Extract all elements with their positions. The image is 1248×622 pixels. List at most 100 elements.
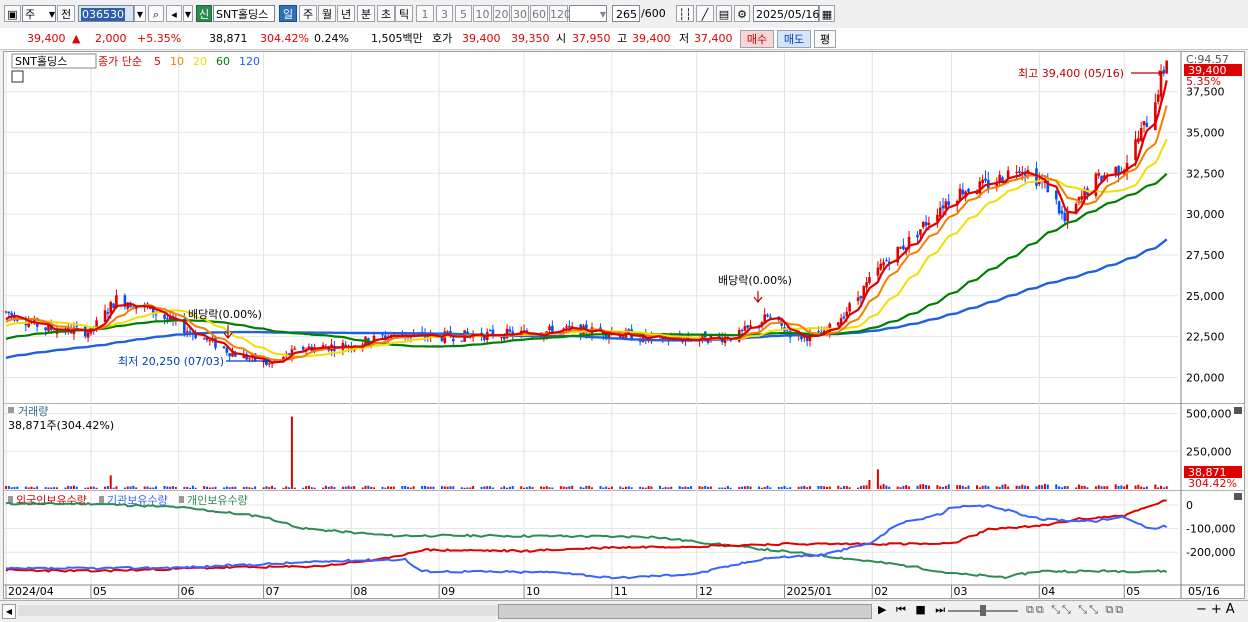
volume-bar [658, 485, 661, 489]
prev-button[interactable]: 전 [57, 5, 75, 22]
volume-bar [115, 486, 118, 489]
volume-bar [104, 486, 107, 489]
volume-bar [1080, 485, 1083, 489]
volume-bar [166, 486, 169, 489]
interval-button-5[interactable]: 5 [455, 5, 472, 22]
draw-tool-icon[interactable]: ╱ [696, 5, 714, 22]
scroll-thumb[interactable] [498, 604, 872, 619]
volume-bar [1038, 484, 1041, 489]
buy-button[interactable]: 매수 [740, 30, 774, 48]
volume-bar [440, 486, 443, 489]
interval-button-30[interactable]: 30 [511, 5, 529, 22]
gear-icon[interactable]: ⚙ [734, 5, 750, 22]
search-icon[interactable]: ⌕ [148, 5, 164, 22]
volume-bar [741, 486, 744, 489]
volume-bar [421, 485, 424, 489]
count-input[interactable]: 265 [612, 5, 640, 22]
volume-bar [135, 487, 138, 489]
volume-bar [562, 486, 565, 489]
volume-bar [364, 485, 367, 489]
calendar-icon[interactable]: ▦ [819, 5, 835, 22]
volume-bar [503, 486, 506, 489]
volume-bar [350, 486, 353, 489]
tab-period-1[interactable]: 주 [299, 5, 317, 22]
playback-controls[interactable]: ▶ ⏮ ■ ⏭ [878, 603, 948, 617]
zoom-slider-handle[interactable] [980, 605, 986, 616]
low-price: 37,400 [694, 32, 733, 45]
holdings-y-tick: -100,000 [1186, 523, 1235, 536]
volume-bar [211, 487, 214, 489]
tab-period-4[interactable]: 분 [357, 5, 375, 22]
volume-panel [4, 404, 1244, 491]
volume-bar [1077, 484, 1080, 489]
candle-body [746, 325, 750, 328]
tab-period-3[interactable]: 년 [337, 5, 355, 22]
scroll-track[interactable] [18, 605, 498, 616]
candle-body [1139, 127, 1143, 141]
interval-custom-select[interactable]: ▼ [569, 5, 607, 22]
speaker-dropdown-icon[interactable]: ▼ [183, 5, 193, 22]
volume-bar [203, 486, 206, 489]
volume-bar [1035, 486, 1038, 489]
volume-bar [571, 485, 574, 489]
interval-button-3[interactable]: 3 [436, 5, 453, 22]
price-change-pct: +5.35% [137, 32, 182, 45]
volume-bar [1066, 486, 1069, 489]
volume-bar [191, 485, 194, 489]
interval-button-60[interactable]: 60 [530, 5, 548, 22]
scroll-left-icon[interactable]: ◀ [2, 604, 16, 619]
volume-bar [149, 487, 152, 489]
interval-button-10[interactable]: 10 [473, 5, 492, 22]
high-label: 고 [617, 32, 628, 45]
toolbar: ▣ 주 ▼ 전 036530 ▼ ⌕ ◂ ▼ 신 SNT홀딩스 일주월년분초틱 1… [0, 0, 1248, 29]
eval-button[interactable]: 평 [814, 30, 836, 48]
legend-ma-10: 10 [170, 55, 184, 68]
volume-bar [87, 487, 90, 489]
volume-bar [885, 485, 888, 489]
volume-bar [381, 486, 384, 489]
period-select[interactable]: 주 ▼ [22, 5, 56, 22]
volume-bar [152, 487, 155, 489]
date-input[interactable]: 2025/05/16 [753, 5, 819, 22]
zoom-icons[interactable]: −+A [1196, 602, 1239, 617]
volume-bar [1157, 487, 1160, 489]
tab-period-2[interactable]: 월 [318, 5, 336, 22]
stock-chart-svg[interactable]: 2024/04 05 06 07 08 09 10 11 12 2025/01 02 03 04 05 05… [4, 52, 1244, 598]
tab-period-0[interactable]: 일 [279, 5, 297, 22]
grid-toggle-icon [11, 70, 24, 83]
interval-button-1[interactable]: 1 [416, 5, 434, 22]
volume-bar [758, 486, 761, 489]
candle-body [208, 340, 212, 342]
volume-bar [599, 486, 602, 489]
volume-bar [585, 485, 588, 489]
candle-body [1145, 123, 1149, 128]
save-icon[interactable]: ▤ [716, 5, 732, 22]
high-annotation: 최고 39,400 (05/16) [1018, 67, 1124, 80]
volume-bar [622, 487, 625, 489]
x-tick-label: 2024/04 [8, 585, 54, 598]
code-dropdown-icon[interactable]: ▼ [134, 5, 146, 22]
tool-icons[interactable]: ⧉⧉ ⤡⤡ ⤡⤡ ⧉⧉ [1026, 603, 1125, 617]
interval-button-20[interactable]: 20 [493, 5, 510, 22]
layout-icon[interactable]: ▣ [4, 5, 21, 22]
candle-body [927, 222, 931, 225]
tab-period-6[interactable]: 틱 [395, 5, 413, 22]
stock-code-input[interactable]: 036530 [78, 5, 134, 22]
volume-bar [392, 486, 395, 489]
interval-button-120[interactable]: 120 [549, 5, 571, 22]
volume-bar [1145, 486, 1148, 489]
volume-bar [661, 487, 664, 489]
legend-ma-60: 60 [216, 55, 230, 68]
volume-bar [1165, 486, 1168, 489]
sell-button[interactable]: 매도 [777, 30, 811, 48]
volume-bar [610, 486, 613, 489]
chevron-down-icon: ▼ [48, 10, 55, 19]
volume-bar [13, 486, 16, 489]
volume-bar [506, 487, 509, 489]
tab-period-5[interactable]: 초 [377, 5, 395, 22]
volume-bar [922, 484, 925, 489]
speaker-icon[interactable]: ◂ [166, 5, 182, 22]
volume-bar [1043, 483, 1046, 489]
holdings-close-icon [1234, 493, 1242, 500]
chart-type-icon[interactable]: ┆┆ [676, 5, 694, 22]
